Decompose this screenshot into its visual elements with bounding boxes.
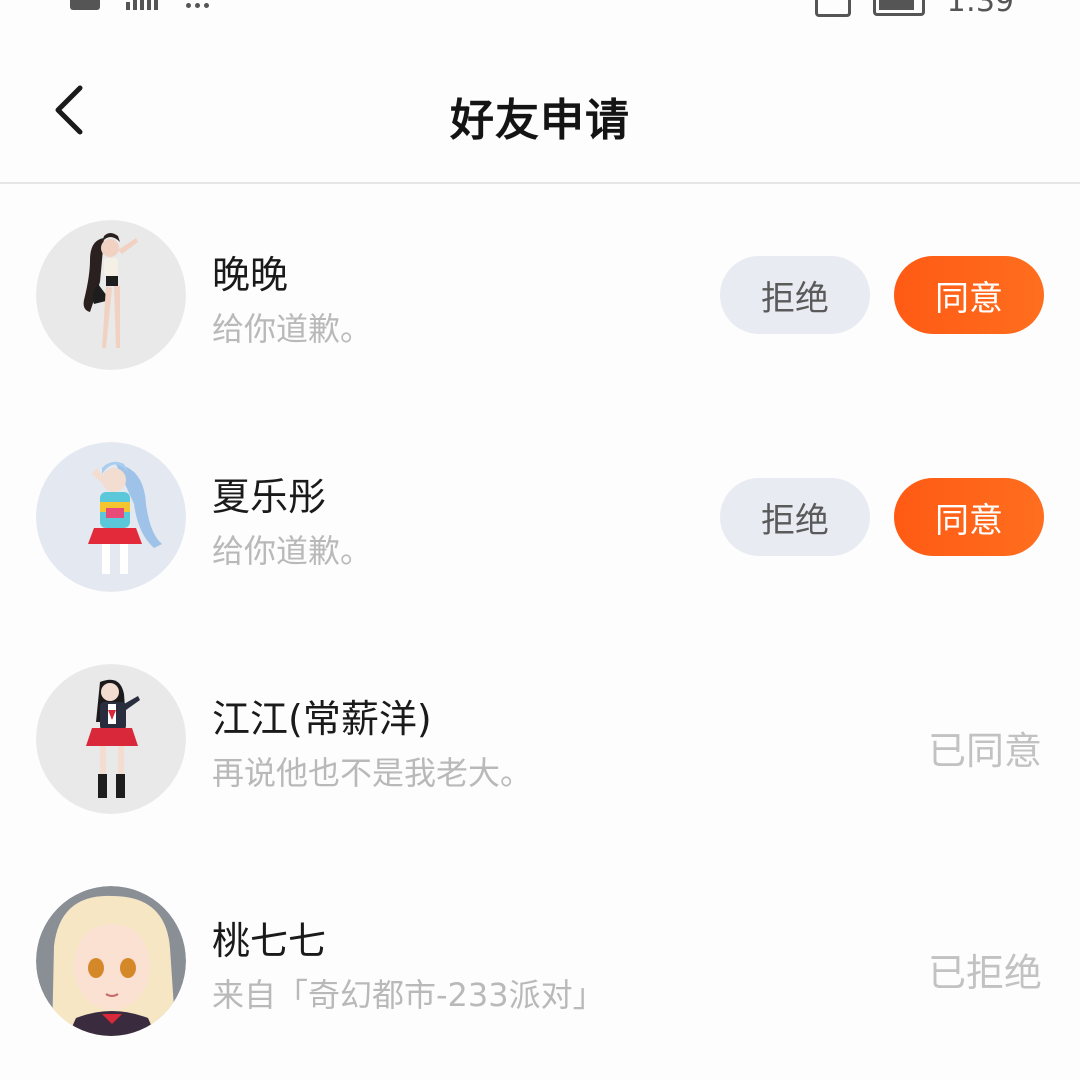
battery-icon (872, 0, 925, 16)
hd-icon (70, 0, 100, 10)
signal-icon (126, 0, 158, 10)
reject-button[interactable]: 拒绝 (720, 256, 870, 334)
friend-name: 桃七七 (212, 919, 327, 963)
avatar[interactable] (36, 220, 186, 370)
nav-bar: 好友申请 (0, 40, 1080, 184)
status-badge: 已拒绝 (927, 951, 1042, 995)
avatar-image (36, 886, 186, 1036)
avatar-image (36, 442, 186, 592)
status-time: 1:39 (946, 0, 1014, 19)
avatar[interactable] (36, 442, 186, 592)
friend-request-item[interactable]: 江江(常薪洋) 再说他也不是我老大。 已同意 (0, 630, 1080, 852)
accept-button[interactable]: 同意 (894, 478, 1044, 556)
accept-button[interactable]: 同意 (894, 256, 1044, 334)
reject-button[interactable]: 拒绝 (720, 478, 870, 556)
friend-request-item[interactable]: 夏乐彤 给你道歉。 拒绝 同意 (0, 408, 1080, 630)
avatar[interactable] (36, 664, 186, 814)
page-title: 好友申请 (450, 95, 630, 146)
friend-name: 夏乐彤 (212, 475, 327, 519)
request-message: 来自「奇幻都市-233派对」 (212, 976, 605, 1014)
wifi-icon (184, 0, 212, 10)
avatar-image (36, 220, 186, 370)
vibrate-icon (814, 0, 851, 17)
request-message: 再说他也不是我老大。 (212, 754, 533, 792)
status-badge: 已同意 (927, 729, 1042, 773)
avatar-image (36, 664, 186, 814)
friend-request-item[interactable]: 桃七七 来自「奇幻都市-233派对」 已拒绝 (0, 852, 1080, 1074)
friend-name: 晚晚 (212, 253, 289, 297)
request-message: 给你道歉。 (212, 310, 373, 348)
request-message: 给你道歉。 (212, 532, 373, 570)
friend-name: 江江(常薪洋) (212, 697, 432, 741)
avatar[interactable] (36, 886, 186, 1036)
friend-request-item[interactable]: 晚晚 给你道歉。 拒绝 同意 (0, 186, 1080, 408)
status-bar: 1:39 (0, 0, 1080, 22)
